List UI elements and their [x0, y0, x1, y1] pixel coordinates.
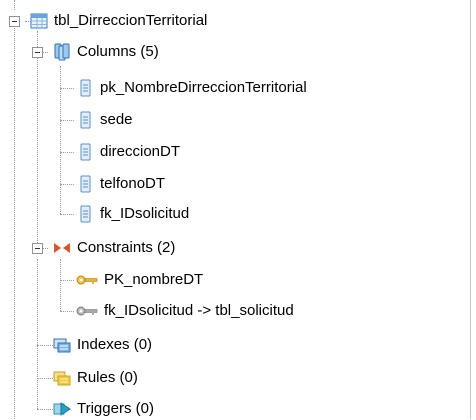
table-icon: [30, 12, 48, 30]
column-icon: [76, 111, 94, 129]
tree-node-column[interactable]: fk_IDsolicitud: [76, 203, 189, 225]
primary-key-icon: [76, 271, 98, 289]
columns-icon: [53, 43, 71, 61]
tree-node-triggers[interactable]: Triggers (0): [53, 398, 154, 420]
tree-connector: [60, 120, 74, 121]
indexes-icon: [53, 336, 71, 354]
collapse-toggle-table[interactable]: [9, 16, 20, 27]
rules-label: Rules (0): [77, 369, 138, 386]
collapse-toggle-constraints[interactable]: [32, 243, 43, 254]
tree-connector: [60, 184, 74, 185]
tree-node-constraint[interactable]: fk_IDsolicitud -> tbl_solicitud: [76, 300, 294, 322]
table-name: tbl_DirreccionTerritorial: [54, 12, 208, 29]
tree-node-indexes[interactable]: Indexes (0): [53, 334, 152, 356]
constraints-folder-label: Constraints (2): [77, 239, 176, 256]
column-label: sede: [100, 111, 133, 128]
column-icon: [76, 175, 94, 193]
tree-connector: [60, 280, 74, 281]
columns-folder-label: Columns (5): [77, 43, 159, 60]
indexes-label: Indexes (0): [77, 336, 153, 353]
tree-connector: [60, 214, 74, 215]
column-icon: [76, 205, 94, 223]
tree-node-column[interactable]: sede: [76, 109, 133, 131]
constraints-icon: [53, 239, 71, 257]
foreign-key-icon: [76, 302, 98, 320]
panel-right-border: [470, 0, 471, 419]
column-label: fk_IDsolicitud: [100, 205, 190, 222]
tree-connector: [60, 311, 74, 312]
column-label: telfonoDT: [100, 175, 166, 192]
tree-connector: [14, 28, 15, 419]
tree-node-columns[interactable]: Columns (5): [53, 41, 159, 63]
tree-connector: [60, 259, 61, 311]
tree-connector: [60, 88, 74, 89]
tree-node-constraints[interactable]: Constraints (2): [53, 237, 175, 259]
object-browser-tree: tbl_DirreccionTerritorial Columns (5) pk…: [0, 0, 476, 419]
tree-connector: [14, 0, 15, 10]
tree-connector: [37, 31, 38, 249]
tree-node-rules[interactable]: Rules (0): [53, 367, 138, 389]
tree-node-column[interactable]: direccionDT: [76, 141, 180, 163]
collapse-toggle-columns[interactable]: [32, 47, 43, 58]
column-label: pk_NombreDirreccionTerritorial: [100, 79, 307, 96]
tree-connector: [37, 259, 38, 409]
column-icon: [76, 143, 94, 161]
constraint-label: fk_IDsolicitud -> tbl_solicitud: [104, 302, 294, 319]
tree-node-table[interactable]: tbl_DirreccionTerritorial: [30, 10, 207, 32]
constraint-label: PK_nombreDT: [104, 271, 204, 288]
tree-node-column[interactable]: telfonoDT: [76, 173, 165, 195]
tree-node-column[interactable]: pk_NombreDirreccionTerritorial: [76, 77, 307, 99]
column-label: direccionDT: [100, 143, 181, 160]
tree-connector: [60, 152, 74, 153]
rules-icon: [53, 369, 71, 387]
tree-node-constraint[interactable]: PK_nombreDT: [76, 269, 203, 291]
column-icon: [76, 79, 94, 97]
triggers-icon: [53, 400, 71, 418]
triggers-label: Triggers (0): [77, 400, 154, 417]
